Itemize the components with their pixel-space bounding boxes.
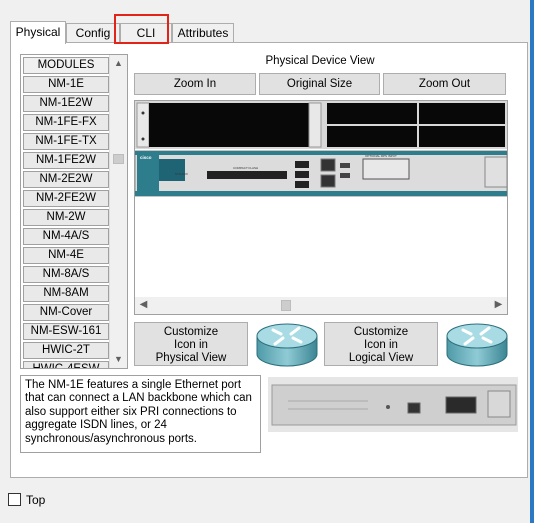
svg-text:SYS AUX: SYS AUX <box>175 172 188 176</box>
module-item[interactable]: NM-2E2W <box>23 171 109 188</box>
module-item[interactable]: NM-2W <box>23 209 109 226</box>
customize-physical-view-button[interactable]: Customize Icon in Physical View <box>134 322 248 366</box>
router-physical-icon <box>256 323 318 367</box>
window-border <box>530 0 534 523</box>
tab-physical[interactable]: Physical <box>10 21 66 44</box>
optional-rps-label: OPTIONAL RPS INPUT <box>365 154 397 158</box>
module-preview-image <box>268 377 518 432</box>
module-item[interactable]: NM-1E2W <box>23 95 109 112</box>
top-label: Top <box>26 493 46 507</box>
window-top-edge <box>0 0 534 6</box>
module-item[interactable]: HWIC-4ESW <box>23 361 109 368</box>
customize-physical-line3: Physical View <box>155 352 227 364</box>
tab-config[interactable]: Config <box>66 23 120 43</box>
module-list-header: MODULES <box>23 57 109 74</box>
module-list[interactable]: MODULES NM-1E NM-1E2W NM-1FE-FX NM-1FE-TX NM… <box>20 54 128 369</box>
scroll-down-icon[interactable]: ▼ <box>110 351 127 368</box>
compact-flash-label: COMPACT FLASH <box>233 166 258 170</box>
customize-physical-line1: Customize <box>163 326 219 338</box>
module-item[interactable]: NM-8AM <box>23 285 109 302</box>
hscroll-thumb[interactable] <box>281 300 291 311</box>
customize-logical-line2: Icon in <box>364 339 398 351</box>
customize-logical-view-button[interactable]: Customize Icon in Logical View <box>324 322 438 366</box>
module-item[interactable]: NM-8A/S <box>23 266 109 283</box>
device-view-canvas[interactable]: cisco SYS AUX COMPACT FLASH OPTIONAL RPS… <box>134 100 508 315</box>
scroll-thumb[interactable] <box>113 154 124 164</box>
tab-attributes[interactable]: Attributes <box>172 23 234 43</box>
module-item[interactable]: NM-4E <box>23 247 109 264</box>
physical-device-view-title: Physical Device View <box>265 55 375 67</box>
scroll-right-icon[interactable]: ▶ <box>490 297 507 314</box>
module-items: MODULES NM-1E NM-1E2W NM-1FE-FX NM-1FE-TX NM… <box>23 57 109 368</box>
cisco-logo: cisco <box>140 155 152 160</box>
module-item[interactable]: NM-4A/S <box>23 228 109 245</box>
original-size-button[interactable]: Original Size <box>259 73 380 95</box>
module-item[interactable]: NM-1FE2W <box>23 152 109 169</box>
tab-cli[interactable]: CLI <box>120 23 172 43</box>
router-chassis-image: cisco SYS AUX COMPACT FLASH OPTIONAL RPS… <box>135 101 507 297</box>
scroll-up-icon[interactable]: ▲ <box>110 55 127 72</box>
module-item[interactable]: NM-1E <box>23 76 109 93</box>
module-item[interactable]: NM-2FE2W <box>23 190 109 207</box>
customize-logical-line3: Logical View <box>348 352 414 364</box>
module-list-scrollbar[interactable]: ▲ ▼ <box>109 55 127 368</box>
router-logical-icon <box>446 323 508 367</box>
module-description: The NM-1E features a single Ethernet por… <box>20 375 261 453</box>
module-item[interactable]: NM-1FE-TX <box>23 133 109 150</box>
module-item[interactable]: HWIC-2T <box>23 342 109 359</box>
customize-physical-line2: Icon in <box>174 339 208 351</box>
zoom-in-button[interactable]: Zoom In <box>134 73 256 95</box>
top-checkbox[interactable] <box>8 493 21 506</box>
module-item[interactable]: NM-1FE-FX <box>23 114 109 131</box>
customize-logical-line1: Customize <box>353 326 409 338</box>
device-view-hscrollbar[interactable]: ◀ ▶ <box>135 297 507 314</box>
module-item[interactable]: NM-ESW-161 <box>23 323 109 340</box>
zoom-out-button[interactable]: Zoom Out <box>383 73 506 95</box>
module-item[interactable]: NM-Cover <box>23 304 109 321</box>
scroll-left-icon[interactable]: ◀ <box>135 297 152 314</box>
